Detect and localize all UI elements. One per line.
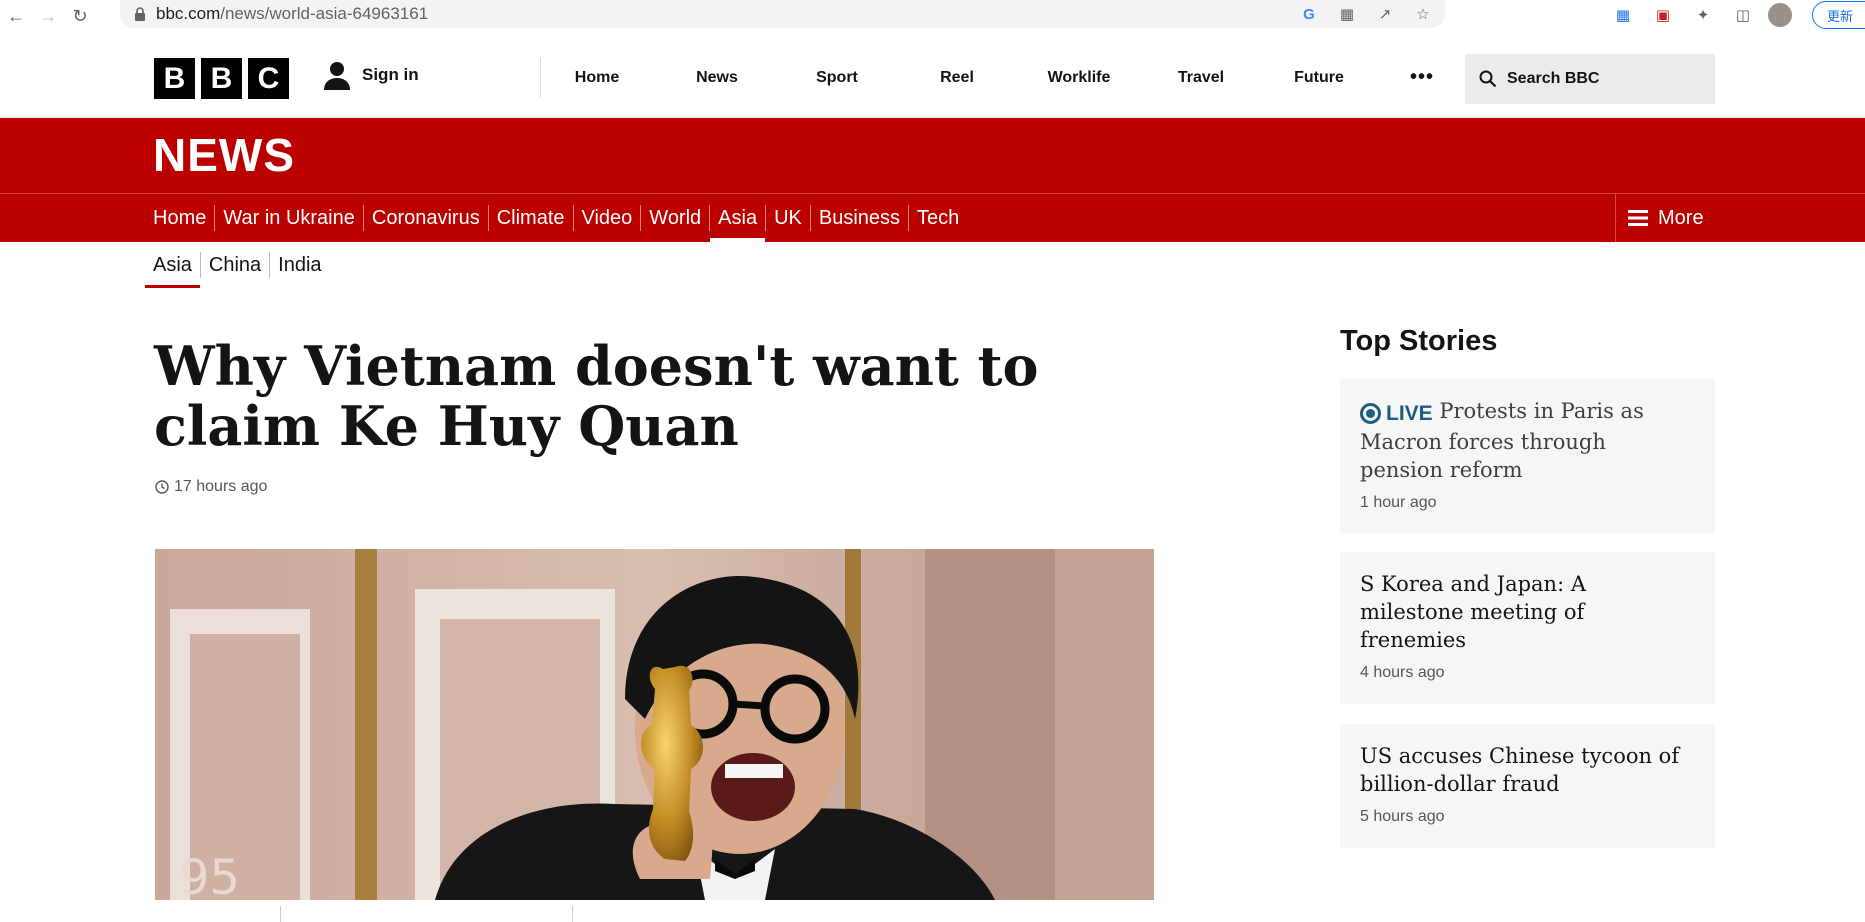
sign-in-link[interactable]: Sign in [322,60,419,90]
news-nav-world[interactable]: World [641,205,711,231]
asia-sub-nav: Asia China India [145,252,330,288]
story-time: 1 hour ago [1360,493,1437,511]
news-nav-uk[interactable]: UK [766,205,811,231]
story-time: 4 hours ago [1360,664,1445,681]
news-more-label: More [1658,206,1704,229]
bookmark-star-icon[interactable]: ☆ [1413,4,1433,24]
live-badge: LIVE [1360,400,1433,428]
global-nav-worklife[interactable]: Worklife [1039,69,1119,87]
lock-icon [135,7,145,21]
side-panel-icon[interactable]: ◫ [1728,2,1758,28]
article-hero-image: 95 [155,549,1154,900]
update-button[interactable]: 更新 [1812,1,1865,29]
news-section-nav: Home War in Ukraine Coronavirus Climate … [0,193,1865,242]
news-nav-coronavirus[interactable]: Coronavirus [364,205,489,231]
news-nav-tech[interactable]: Tech [909,205,967,231]
global-nav-reel[interactable]: Reel [917,69,997,87]
bbc-logo[interactable]: B B C [154,58,289,99]
svg-text:95: 95 [179,850,240,900]
google-icon[interactable]: G [1299,4,1319,24]
top-story-card[interactable]: S Korea and Japan: A milestone meeting o… [1340,552,1715,704]
browser-toolbar: ← → ↻ bbc.com/news/world-asia-64963161 G… [0,0,1865,32]
hero-photo: 95 [155,549,1154,900]
news-nav-home[interactable]: Home [153,205,216,231]
story-title[interactable]: US accuses Chinese tycoon of billion-dol… [1360,742,1695,798]
bbc-global-nav: B B C Sign in Home News Sport Reel Workl… [0,32,1865,118]
back-icon[interactable]: ← [0,2,32,30]
top-story-card[interactable]: LIVE Protests in Paris as Macron forces … [1340,379,1715,533]
global-nav-items: Home News Sport Reel Worklife Travel Fut… [540,58,1359,98]
search-icon [1479,70,1497,88]
user-icon [324,62,350,90]
live-label: LIVE [1386,401,1433,425]
timestamp-text: 17 hours ago [174,478,268,495]
global-nav-sport[interactable]: Sport [797,69,877,87]
translate-icon[interactable]: ▦ [1337,4,1357,24]
sub-nav-china[interactable]: China [201,252,271,278]
share-icon[interactable]: ↗ [1375,4,1395,24]
logo-letter: B [201,58,242,99]
news-logo[interactable]: NEWS [153,128,295,182]
news-nav-business[interactable]: Business [811,205,910,231]
search-bbc-button[interactable]: Search BBC [1465,54,1715,104]
url-domain: bbc.com [156,4,221,23]
hamburger-menu-icon [1628,210,1648,226]
logo-letter: B [154,58,195,99]
global-nav-future[interactable]: Future [1279,69,1359,87]
more-menu-button[interactable]: ••• [1410,66,1434,89]
story-title[interactable]: S Korea and Japan: A milestone meeting o… [1360,570,1695,654]
top-story-card[interactable]: US accuses Chinese tycoon of billion-dol… [1340,724,1715,848]
global-nav-news[interactable]: News [677,69,757,87]
news-nav-asia[interactable]: Asia [710,205,767,242]
story-time: 5 hours ago [1360,808,1445,825]
translate-extension-icon[interactable]: ▦ [1608,2,1638,28]
news-nav-war-in-ukraine[interactable]: War in Ukraine [215,205,364,231]
sub-nav-india[interactable]: India [270,252,329,278]
news-banner: NEWS [0,118,1865,193]
sub-nav-asia[interactable]: Asia [145,252,201,288]
extension-icon[interactable]: ▣ [1648,2,1678,28]
address-bar[interactable]: bbc.com/news/world-asia-64963161 G ▦ ↗ ☆ [120,0,1445,28]
story-title[interactable]: LIVE Protests in Paris as Macron forces … [1360,397,1695,484]
article-headline: Why Vietnam doesn't want to claim Ke Huy… [154,334,1039,458]
news-nav-video[interactable]: Video [574,205,642,231]
news-nav-climate[interactable]: Climate [489,205,574,231]
divider [280,906,281,922]
search-label: Search BBC [1507,70,1600,87]
puzzle-extensions-icon[interactable]: ✦ [1688,2,1718,28]
url-path: /news/world-asia-64963161 [220,4,429,23]
sign-in-label: Sign in [362,65,419,84]
logo-letter: C [248,58,289,99]
divider [572,906,573,922]
profile-avatar-icon[interactable] [1768,3,1792,27]
global-nav-home[interactable]: Home [557,69,637,87]
reload-icon[interactable]: ↻ [64,2,96,30]
news-more-button[interactable]: More [1615,194,1704,242]
article-timestamp: 17 hours ago [155,478,267,496]
forward-icon[interactable]: → [32,2,64,30]
global-nav-travel[interactable]: Travel [1161,69,1241,87]
clock-icon [155,480,169,494]
url-text: bbc.com/news/world-asia-64963161 [156,4,428,24]
top-stories-heading: Top Stories [1340,325,1498,357]
live-icon [1360,403,1381,424]
